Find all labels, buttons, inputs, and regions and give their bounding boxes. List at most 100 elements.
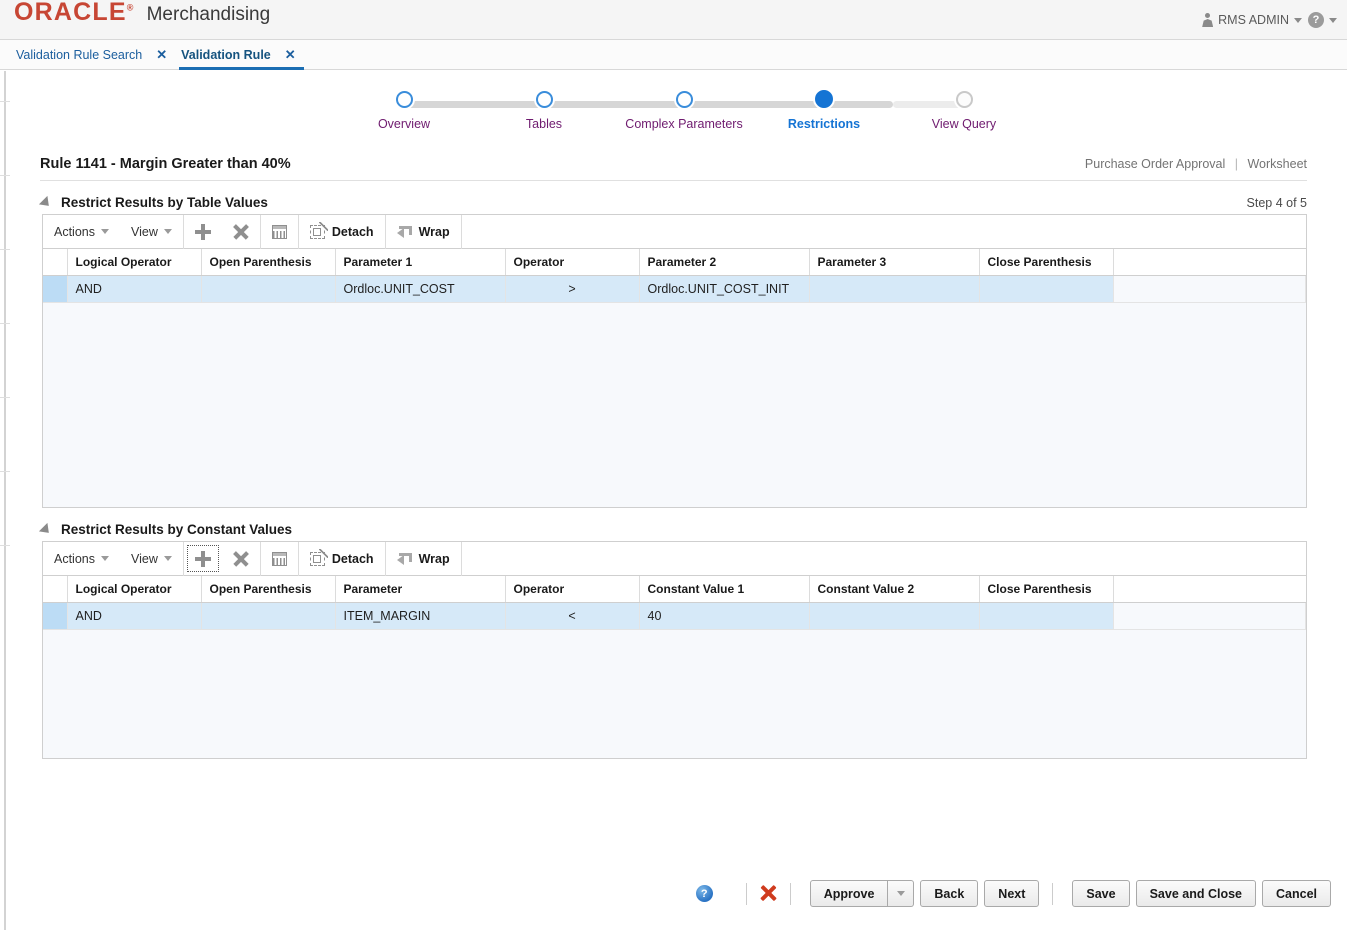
column-header-close-parenthesis[interactable]: Close Parenthesis (979, 576, 1113, 603)
export-to-excel-icon (272, 225, 287, 239)
train-step-restrictions[interactable]: Restrictions (754, 90, 894, 131)
add-row-button[interactable] (184, 215, 222, 248)
back-button[interactable]: Back (920, 880, 978, 907)
tab-validation-rule[interactable]: Validation Rule ✕ (179, 40, 308, 69)
column-header-filler (1113, 576, 1306, 603)
detach-icon (310, 552, 325, 566)
help-menu[interactable]: ? (1308, 12, 1337, 28)
wrap-label: Wrap (419, 225, 450, 239)
column-header-open-parenthesis[interactable]: Open Parenthesis (201, 249, 335, 276)
red-x-icon[interactable] (760, 885, 777, 902)
table-row[interactable]: AND Ordloc.UNIT_COST > Ordloc.UNIT_COST_… (43, 276, 1306, 303)
save-and-close-button[interactable]: Save and Close (1136, 880, 1256, 907)
cell-constant-value-1[interactable]: 40 (639, 603, 809, 630)
train-dot-icon (396, 91, 413, 108)
cell-parameter-2[interactable]: Ordloc.UNIT_COST_INIT (639, 276, 809, 303)
column-header-parameter[interactable]: Parameter (335, 576, 505, 603)
column-header-parameter-1[interactable]: Parameter 1 (335, 249, 505, 276)
train-step-complex-parameters[interactable]: Complex Parameters (614, 90, 754, 131)
export-to-excel-icon (272, 552, 287, 566)
export-to-excel-button[interactable] (261, 215, 298, 248)
chevron-down-icon (897, 891, 905, 896)
section-title: Restrict Results by Table Values (61, 195, 268, 210)
approve-button[interactable]: Approve (810, 880, 889, 907)
row-selector-cell[interactable] (43, 276, 67, 303)
view-menu[interactable]: View (120, 215, 183, 248)
footer-divider (790, 883, 791, 905)
cell-open-parenthesis[interactable] (201, 276, 335, 303)
table-header-row: Logical Operator Open Parenthesis Parame… (43, 249, 1306, 276)
cell-parameter-1[interactable]: Ordloc.UNIT_COST (335, 276, 505, 303)
detach-button[interactable]: Detach (299, 215, 385, 248)
x-icon (233, 551, 249, 567)
column-header-logical-operator[interactable]: Logical Operator (67, 249, 201, 276)
train-step-label: View Query (894, 117, 1034, 131)
header-right-actions: RMS ADMIN ? (1202, 0, 1337, 40)
row-selector-header (43, 249, 67, 276)
train-dot-icon (536, 91, 553, 108)
wrap-button[interactable]: Wrap (386, 542, 461, 575)
train-dot-icon (676, 91, 693, 108)
column-header-constant-value-2[interactable]: Constant Value 2 (809, 576, 979, 603)
column-header-parameter-3[interactable]: Parameter 3 (809, 249, 979, 276)
cell-parameter-3[interactable] (809, 276, 979, 303)
table-values-panel: Actions View Detach (42, 214, 1307, 508)
help-icon: ? (1308, 12, 1324, 28)
cancel-button[interactable]: Cancel (1262, 880, 1331, 907)
delete-row-button[interactable] (222, 542, 260, 575)
column-header-open-parenthesis[interactable]: Open Parenthesis (201, 576, 335, 603)
cell-operator[interactable]: < (505, 603, 639, 630)
close-icon[interactable]: ✕ (156, 48, 167, 61)
cell-open-parenthesis[interactable] (201, 603, 335, 630)
row-selector-cell[interactable] (43, 603, 67, 630)
cell-close-parenthesis[interactable] (979, 276, 1113, 303)
tab-validation-rule-search[interactable]: Validation Rule Search ✕ (14, 40, 179, 69)
disclosure-triangle-icon[interactable] (39, 522, 53, 536)
add-row-button[interactable] (184, 542, 222, 575)
wrap-icon (397, 552, 412, 565)
train-navigation: Overview Tables Complex Parameters Restr… (6, 70, 1347, 142)
constant-values-empty-area (43, 630, 1306, 758)
user-name-label: RMS ADMIN (1218, 13, 1289, 27)
cell-operator[interactable]: > (505, 276, 639, 303)
train-step-label: Restrictions (754, 117, 894, 131)
tab-label: Validation Rule Search (16, 48, 142, 62)
next-button[interactable]: Next (984, 880, 1039, 907)
wrap-button[interactable]: Wrap (386, 215, 461, 248)
column-header-parameter-2[interactable]: Parameter 2 (639, 249, 809, 276)
constant-values-toolbar: Actions View Detach (43, 542, 1306, 576)
actions-menu[interactable]: Actions (43, 215, 120, 248)
column-header-filler (1113, 249, 1306, 276)
actions-menu[interactable]: Actions (43, 542, 120, 575)
rule-meta-status: Worksheet (1247, 157, 1307, 171)
help-button[interactable]: ? (696, 885, 713, 902)
column-header-operator[interactable]: Operator (505, 249, 639, 276)
approve-dropdown-button[interactable] (888, 880, 914, 907)
save-button[interactable]: Save (1072, 880, 1129, 907)
user-menu[interactable]: RMS ADMIN (1202, 13, 1302, 27)
cell-close-parenthesis[interactable] (979, 603, 1113, 630)
toolbar-divider (461, 542, 462, 576)
train-step-tables[interactable]: Tables (474, 90, 614, 131)
view-menu[interactable]: View (120, 542, 183, 575)
delete-row-button[interactable] (222, 215, 260, 248)
footer-divider (746, 883, 747, 905)
train-step-view-query[interactable]: View Query (894, 90, 1034, 131)
app-header: ORACLE® Merchandising RMS ADMIN ? (0, 0, 1347, 40)
column-header-close-parenthesis[interactable]: Close Parenthesis (979, 249, 1113, 276)
actions-menu-label: Actions (54, 225, 95, 239)
constant-values-panel: Actions View Detach (42, 541, 1307, 759)
detach-button[interactable]: Detach (299, 542, 385, 575)
table-row[interactable]: AND ITEM_MARGIN < 40 (43, 603, 1306, 630)
disclosure-triangle-icon[interactable] (39, 195, 53, 209)
export-to-excel-button[interactable] (261, 542, 298, 575)
cell-logical-operator[interactable]: AND (67, 603, 201, 630)
cell-constant-value-2[interactable] (809, 603, 979, 630)
cell-parameter[interactable]: ITEM_MARGIN (335, 603, 505, 630)
column-header-logical-operator[interactable]: Logical Operator (67, 576, 201, 603)
column-header-operator[interactable]: Operator (505, 576, 639, 603)
column-header-constant-value-1[interactable]: Constant Value 1 (639, 576, 809, 603)
train-step-overview[interactable]: Overview (334, 90, 474, 131)
close-icon[interactable]: ✕ (285, 48, 296, 61)
cell-logical-operator[interactable]: AND (67, 276, 201, 303)
